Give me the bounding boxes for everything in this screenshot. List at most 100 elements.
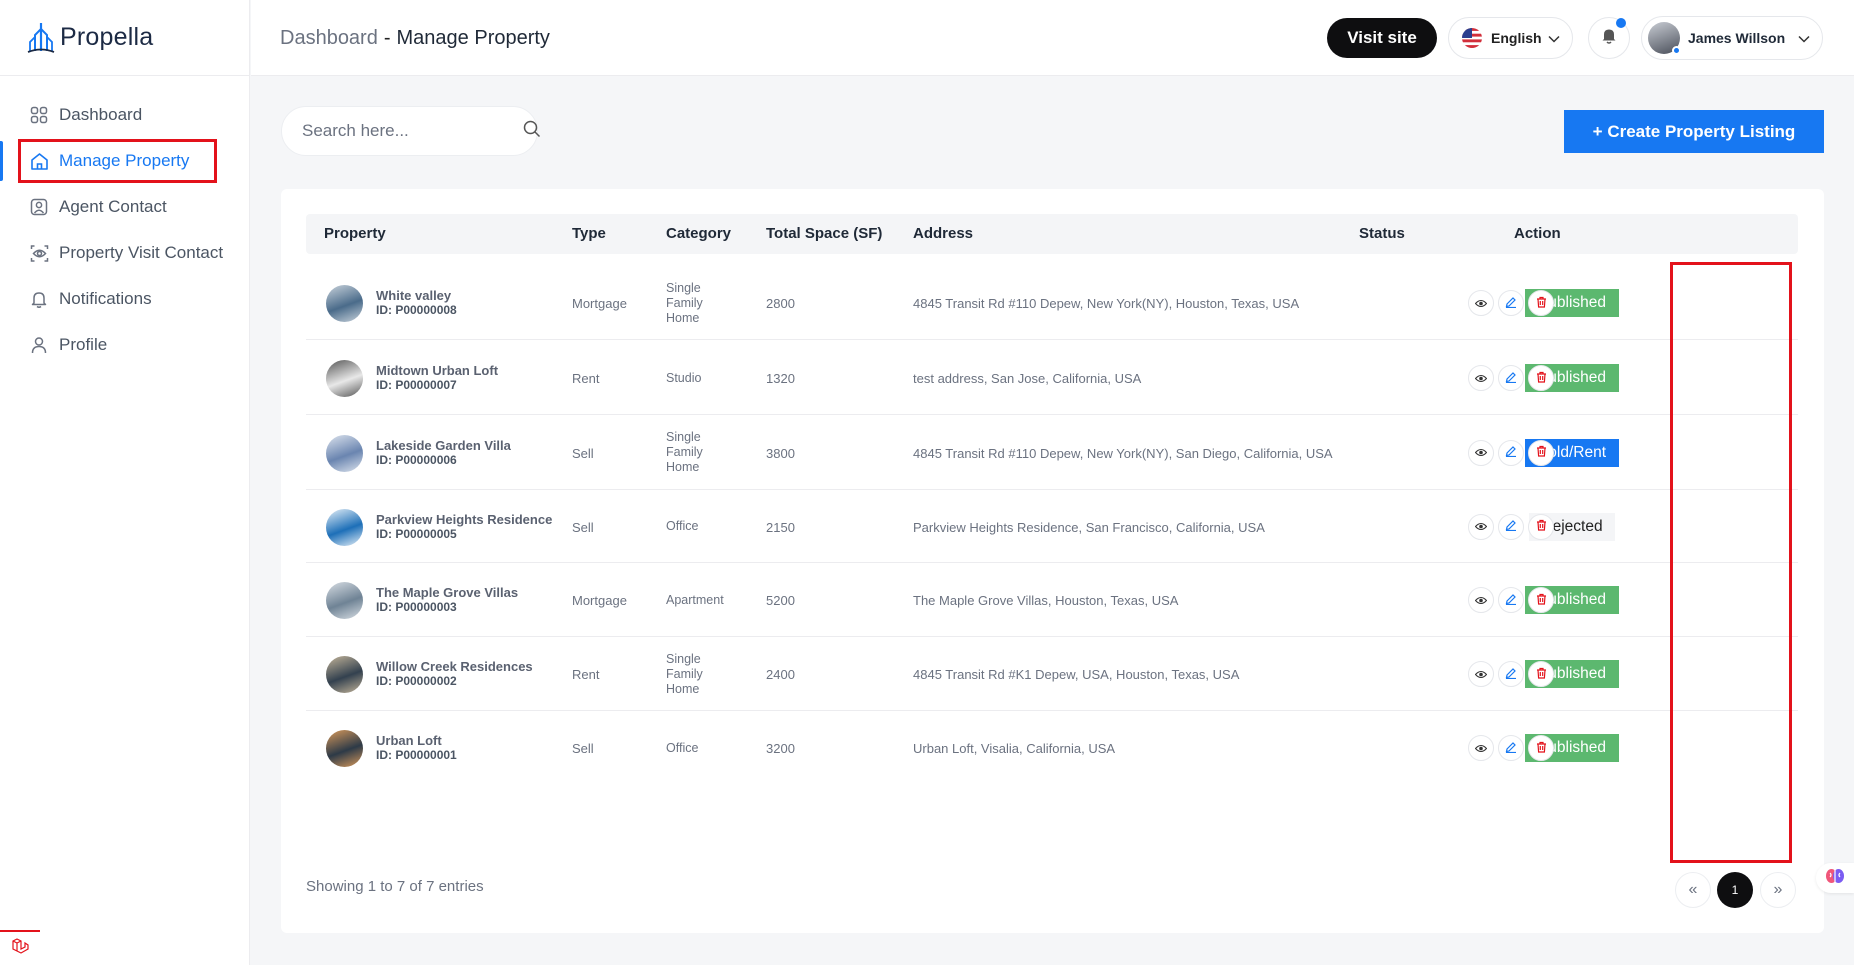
logo-icon [27,22,55,53]
eye-icon [1474,296,1488,311]
edit-button[interactable] [1498,365,1524,391]
sidebar-item-notifications[interactable]: Notifications [0,276,249,322]
sidebar-item-property-visit-contact[interactable]: Property Visit Contact [0,230,249,276]
category-line: Apartment [666,592,724,607]
delete-button[interactable] [1528,290,1554,316]
top-header: Dashboard - Manage Property Visit site Eng… [251,0,1854,76]
notifications-button[interactable] [1588,17,1630,59]
brain-icon [1825,867,1845,890]
create-property-listing-button[interactable]: + Create Property Listing [1564,110,1824,153]
column-header-address[interactable]: Address [913,225,973,242]
search-input[interactable] [302,121,523,141]
delete-button[interactable] [1528,587,1554,613]
property-type: Sell [572,519,594,535]
property-type: Rent [572,371,600,386]
property-thumbnail[interactable] [326,434,363,472]
view-button[interactable] [1468,365,1494,391]
property-thumbnail[interactable] [326,656,363,693]
search-icon[interactable] [523,120,541,143]
view-button[interactable] [1468,290,1494,316]
view-button[interactable] [1468,439,1494,466]
category-line: Home [666,681,700,696]
delete-button[interactable] [1528,365,1554,391]
home-icon [29,151,49,171]
property-info: Midtown Urban Loft ID: P00000007 [376,363,498,393]
language-label: English [1491,30,1542,46]
pagination-prev[interactable]: « [1675,872,1711,908]
sidebar-item-agent-contact[interactable]: Agent Contact [0,184,249,230]
edit-button[interactable] [1498,439,1524,466]
edit-button[interactable] [1498,587,1524,613]
eye-icon [1474,519,1488,534]
debug-toolbar-toggle[interactable] [0,930,40,965]
visit-site-button[interactable]: Visit site [1327,18,1437,58]
view-button[interactable] [1468,587,1494,613]
sidebar-item-label: Dashboard [59,105,143,124]
property-name[interactable]: White valley [376,288,457,303]
delete-button[interactable] [1528,439,1554,466]
property-name[interactable]: Midtown Urban Loft [376,363,498,378]
view-button[interactable] [1468,513,1494,540]
property-thumbnail[interactable] [326,285,363,322]
breadcrumb-root[interactable]: Dashboard [280,27,378,49]
property-name[interactable]: Willow Creek Residences [376,659,533,674]
property-type: Mortgage [572,296,627,311]
property-category: Studio [666,371,701,386]
table-row: The Maple Grove Villas ID: P00000003 Mor… [306,563,1798,637]
pagination-next[interactable]: » [1760,872,1796,908]
property-name[interactable]: The Maple Grove Villas [376,585,518,600]
property-space: 2800 [766,296,795,311]
property-thumbnail[interactable] [326,508,363,546]
sidebar-item-label: Manage Property [59,151,190,170]
property-name[interactable]: Lakeside Garden Villa [376,438,511,453]
pencil-icon [1505,593,1517,608]
delete-button[interactable] [1528,513,1554,540]
property-id: ID: P00000008 [376,303,457,317]
eye-icon [29,243,49,263]
logo[interactable]: Propella [0,0,249,76]
delete-button[interactable] [1528,735,1554,761]
table-row: Willow Creek Residences ID: P00000002 Re… [306,637,1798,711]
property-address: 4845 Transit Rd #110 Depew, New York(NY)… [913,445,1333,461]
edit-button[interactable] [1498,513,1524,540]
language-selector[interactable]: English [1448,17,1573,59]
column-header-total-space[interactable]: Total Space (SF) [766,225,882,242]
property-thumbnail[interactable] [326,582,363,619]
property-thumbnail[interactable] [326,730,363,767]
property-id: ID: P00000006 [376,452,457,467]
sidebar-item-manage-property[interactable]: Manage Property [0,138,249,184]
grid-icon [29,105,49,125]
property-table-card: Property Type Category Total Space (SF) … [281,189,1824,933]
table-header: Property Type Category Total Space (SF) … [306,214,1798,254]
column-header-status[interactable]: Status [1359,225,1405,242]
eye-icon [1474,593,1488,608]
delete-button[interactable] [1528,661,1554,687]
view-button[interactable] [1468,735,1494,761]
user-menu[interactable]: James Willson [1641,16,1823,60]
column-header-property[interactable]: Property [324,225,386,242]
sidebar-item-profile[interactable]: Profile [0,322,249,368]
sidebar-item-dashboard[interactable]: Dashboard [0,92,249,138]
assistant-widget[interactable] [1816,863,1854,893]
property-name[interactable]: Urban Loft [376,733,457,748]
column-header-action: Action [1514,225,1561,242]
breadcrumb-separator: - [383,27,391,49]
pencil-icon [1505,371,1517,386]
column-header-category[interactable]: Category [666,225,731,242]
edit-button[interactable] [1498,735,1524,761]
pagination-page-1[interactable]: 1 [1717,872,1753,908]
edit-button[interactable] [1498,290,1524,316]
category-line: Home [666,310,700,325]
category-line: Home [666,460,700,474]
column-header-type[interactable]: Type [572,225,606,242]
breadcrumb: Dashboard - Manage Property [280,27,550,50]
sidebar: Propella Dashboard Manage Property Agent… [0,0,250,965]
property-name[interactable]: Parkview Heights Residence [376,512,552,527]
edit-button[interactable] [1498,661,1524,687]
trash-icon [1536,445,1547,460]
property-thumbnail[interactable] [326,360,363,397]
view-button[interactable] [1468,661,1494,687]
table-row: Lakeside Garden Villa ID: P00000006 Sell… [306,415,1798,490]
trash-icon [1536,741,1547,756]
trash-icon [1536,519,1547,534]
